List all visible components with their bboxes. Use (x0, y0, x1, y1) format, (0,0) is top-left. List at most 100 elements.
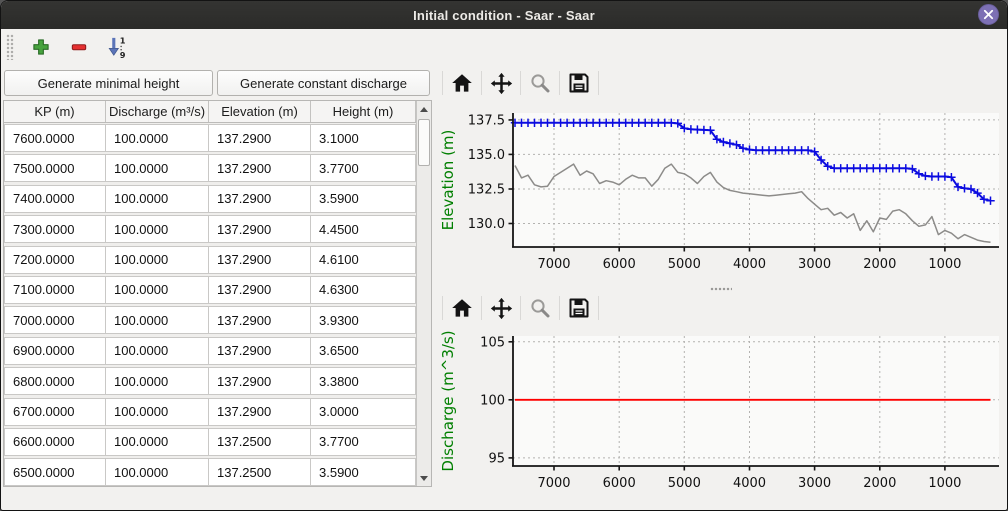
remove-row-button[interactable] (66, 34, 92, 60)
svg-text:7000: 7000 (537, 257, 570, 272)
home-button[interactable] (447, 294, 477, 322)
table-cell[interactable]: 100.0000 (106, 428, 209, 456)
titlebar[interactable]: Initial condition - Saar - Saar (1, 1, 1007, 29)
main-toolbar: 1 9 (1, 29, 1007, 65)
table-cell[interactable]: 4.6300 (311, 276, 416, 304)
table-row: 7200.0000100.0000137.29004.6100 (4, 246, 431, 274)
plus-icon (31, 37, 51, 57)
generate-constant-discharge-button[interactable]: Generate constant discharge (217, 70, 430, 96)
table-cell[interactable]: 100.0000 (106, 215, 209, 243)
table-cell[interactable]: 100.0000 (106, 246, 209, 274)
generator-buttons-row: Generate minimal height Generate constan… (3, 67, 433, 99)
svg-text:7000: 7000 (537, 476, 570, 491)
generate-minimal-height-button[interactable]: Generate minimal height (4, 70, 213, 96)
add-row-button[interactable] (28, 34, 54, 60)
sort-rows-button[interactable]: 1 9 (104, 34, 130, 60)
table-cell[interactable]: 137.2900 (209, 215, 311, 243)
save-button[interactable] (564, 294, 594, 322)
save-button[interactable] (564, 69, 594, 97)
table-row: 6900.0000100.0000137.29003.6500 (4, 337, 431, 365)
table-cell[interactable]: 137.2900 (209, 337, 311, 365)
zoom-button[interactable] (525, 69, 555, 97)
table-cell[interactable]: 100.0000 (106, 276, 209, 304)
svg-text:4000: 4000 (733, 257, 766, 272)
table-cell[interactable]: 100.0000 (106, 306, 209, 334)
table-cell[interactable]: 7100.0000 (4, 276, 106, 304)
table-cell[interactable]: 100.0000 (106, 154, 209, 182)
table-cell[interactable]: 137.2500 (209, 428, 311, 456)
column-header[interactable]: Discharge (m³/s) (106, 101, 209, 122)
table-cell[interactable]: 100.0000 (106, 124, 209, 152)
table-cell[interactable]: 4.4500 (311, 215, 416, 243)
svg-text:6000: 6000 (603, 257, 636, 272)
table-row: 6700.0000100.0000137.29003.0000 (4, 398, 431, 426)
table-cell[interactable]: 137.2900 (209, 246, 311, 274)
toolbar-drag-handle[interactable] (6, 34, 14, 60)
scroll-up-button[interactable] (417, 101, 432, 117)
home-icon (451, 297, 473, 319)
table-cell[interactable]: 7200.0000 (4, 246, 106, 274)
table-cell[interactable]: 6800.0000 (4, 367, 106, 395)
svg-text:2000: 2000 (863, 476, 896, 491)
table-cell[interactable]: 7000.0000 (4, 306, 106, 334)
table-cell[interactable]: 3.7700 (311, 154, 416, 182)
table-cell[interactable]: 100.0000 (106, 398, 209, 426)
table-cell[interactable]: 137.2900 (209, 124, 311, 152)
table-cell[interactable]: 3.7700 (311, 428, 416, 456)
table-header: KP (m)Discharge (m³/s)Elevation (m)Heigh… (4, 101, 431, 123)
home-button[interactable] (447, 69, 477, 97)
table-cell[interactable]: 100.0000 (106, 458, 209, 486)
table-cell[interactable]: 3.6500 (311, 337, 416, 365)
table-cell[interactable]: 137.2900 (209, 185, 311, 213)
column-header[interactable]: Elevation (m) (209, 101, 311, 122)
pan-button[interactable] (486, 294, 516, 322)
table-cell[interactable]: 3.5900 (311, 458, 416, 486)
table-cell[interactable]: 137.2900 (209, 154, 311, 182)
scrollbar-track[interactable] (417, 117, 431, 470)
magnifier-icon (529, 297, 551, 319)
svg-text:132.5: 132.5 (468, 183, 505, 198)
table-cell[interactable]: 6600.0000 (4, 428, 106, 456)
scrollbar-thumb[interactable] (418, 119, 430, 166)
table-cell[interactable]: 137.2900 (209, 306, 311, 334)
table-cell[interactable]: 6500.0000 (4, 458, 106, 486)
table-cell[interactable]: 100.0000 (106, 337, 209, 365)
zoom-button[interactable] (525, 294, 555, 322)
table-cell[interactable]: 3.5900 (311, 185, 416, 213)
elevation-chart-toolbar (435, 67, 1007, 99)
column-header[interactable]: KP (m) (4, 101, 106, 122)
table-row: 7400.0000100.0000137.29003.5900 (4, 185, 431, 213)
table-cell[interactable]: 6700.0000 (4, 398, 106, 426)
table-row: 6800.0000100.0000137.29003.3800 (4, 367, 431, 395)
table-cell[interactable]: 137.2900 (209, 276, 311, 304)
pan-button[interactable] (486, 69, 516, 97)
table-row: 6500.0000100.0000137.25003.5900 (4, 458, 431, 486)
column-header[interactable]: Height (m) (311, 101, 416, 122)
table-scrollbar[interactable] (416, 101, 431, 486)
svg-text:Discharge (m^3/s): Discharge (m^3/s) (439, 330, 457, 471)
table-cell[interactable]: 100.0000 (106, 367, 209, 395)
table-cell[interactable]: 3.1000 (311, 124, 416, 152)
table-cell[interactable]: 4.6100 (311, 246, 416, 274)
table-cell[interactable]: 7400.0000 (4, 185, 106, 213)
svg-text:130.0: 130.0 (468, 217, 505, 232)
svg-text:5000: 5000 (668, 257, 701, 272)
svg-text:Elevation (m): Elevation (m) (439, 130, 457, 231)
table-cell[interactable]: 6900.0000 (4, 337, 106, 365)
table-cell[interactable]: 7500.0000 (4, 154, 106, 182)
table-cell[interactable]: 100.0000 (106, 185, 209, 213)
table-cell[interactable]: 137.2900 (209, 398, 311, 426)
table-cell[interactable]: 137.2500 (209, 458, 311, 486)
table-cell[interactable]: 7300.0000 (4, 215, 106, 243)
discharge-chart[interactable]: 700060005000400030002000100095100105Disc… (435, 324, 1007, 502)
table-cell[interactable]: 3.0000 (311, 398, 416, 426)
right-panel: 7000600050004000300020001000130.0132.513… (435, 65, 1007, 511)
scroll-down-button[interactable] (417, 470, 432, 486)
elevation-chart[interactable]: 7000600050004000300020001000130.0132.513… (435, 99, 1007, 281)
table-cell[interactable]: 3.3800 (311, 367, 416, 395)
svg-text:135.0: 135.0 (468, 148, 505, 163)
table-cell[interactable]: 137.2900 (209, 367, 311, 395)
close-button[interactable] (978, 4, 999, 25)
table-cell[interactable]: 3.9300 (311, 306, 416, 334)
table-cell[interactable]: 7600.0000 (4, 124, 106, 152)
